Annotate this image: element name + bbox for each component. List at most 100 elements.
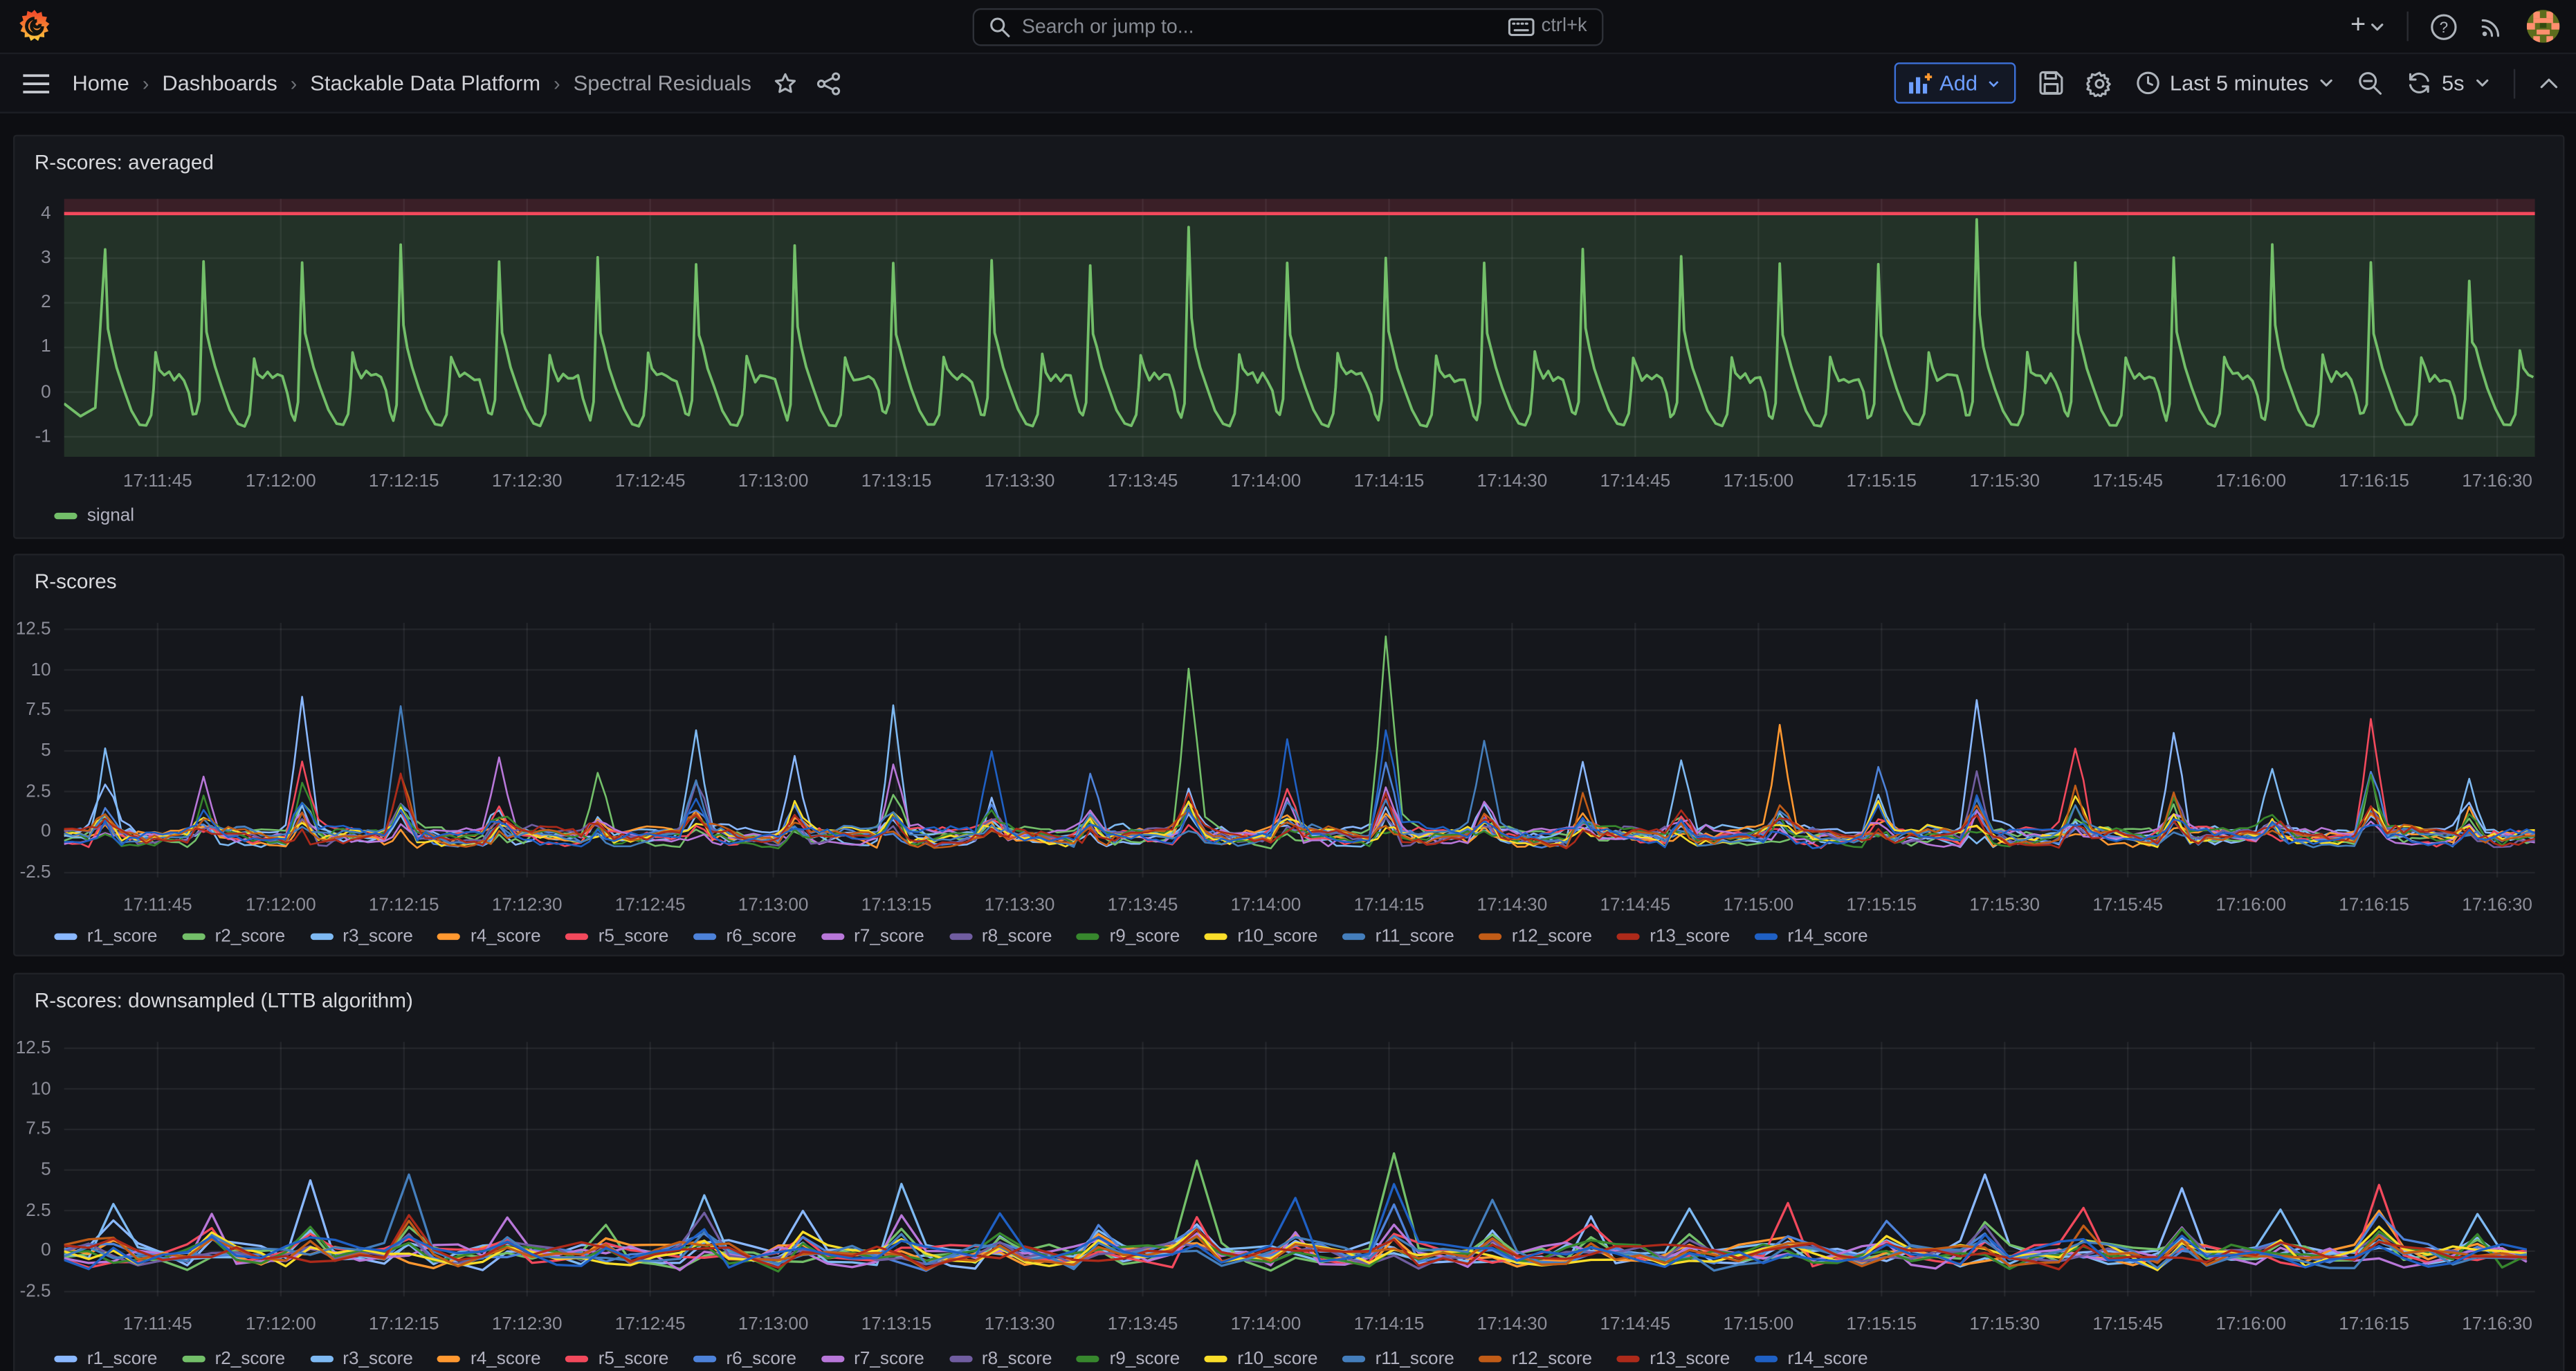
panel-title[interactable]: R-scores: downsampled (LTTB algorithm) xyxy=(35,989,413,1012)
legend-item-r2_score[interactable]: r2_score xyxy=(182,927,285,946)
x-tick-label: 17:16:30 xyxy=(2448,1315,2546,1334)
legend-swatch xyxy=(1479,934,1501,940)
news-button[interactable] xyxy=(2479,13,2505,39)
legend-item-r6_score[interactable]: r6_score xyxy=(693,1349,796,1368)
time-range-picker[interactable]: Last 5 minutes xyxy=(2135,71,2335,96)
x-tick-label: 17:11:45 xyxy=(109,471,207,491)
menu-toggle-icon[interactable] xyxy=(23,73,49,93)
x-tick-label: 17:12:15 xyxy=(355,1315,453,1334)
share-icon[interactable] xyxy=(817,71,842,94)
legend-item-r10_score[interactable]: r10_score xyxy=(1205,927,1318,946)
x-tick-label: 17:16:15 xyxy=(2325,896,2423,915)
new-menu-button[interactable]: + xyxy=(2350,13,2386,39)
legend-item-r13_score[interactable]: r13_score xyxy=(1617,927,1730,946)
legend-item-r9_score[interactable]: r9_score xyxy=(1077,1349,1180,1368)
favorite-star-icon[interactable] xyxy=(774,71,797,94)
help-button[interactable]: ? xyxy=(2430,12,2458,40)
legend-item-r2_score[interactable]: r2_score xyxy=(182,1349,285,1368)
panel-rscores: R-scores 12.5107.552.50-2.5 17:11:4517:1… xyxy=(13,554,2564,956)
x-axis: 17:11:4517:12:0017:12:1517:12:3017:12:45… xyxy=(64,471,2535,494)
legend-item-r13_score[interactable]: r13_score xyxy=(1617,1349,1730,1368)
x-tick-label: 17:15:45 xyxy=(2079,1315,2177,1334)
search-shortcut: ctrl+k xyxy=(1542,17,1587,36)
legend-item-r3_score[interactable]: r3_score xyxy=(310,927,413,946)
x-tick-label: 17:11:45 xyxy=(109,896,207,915)
grafana-app: Search or jump to... ctrl+k + ? xyxy=(0,0,2576,1371)
x-tick-label: 17:12:30 xyxy=(478,471,576,491)
legend-swatch xyxy=(1077,934,1099,940)
chart-plot-area[interactable] xyxy=(64,623,2535,878)
save-dashboard-icon[interactable] xyxy=(2038,71,2063,96)
legend-item-r14_score[interactable]: r14_score xyxy=(1755,927,1868,946)
legend-item-r12_score[interactable]: r12_score xyxy=(1479,1349,1592,1368)
legend-label: r7_score xyxy=(854,1349,924,1368)
legend-item-r9_score[interactable]: r9_score xyxy=(1077,927,1180,946)
legend-swatch xyxy=(693,934,716,940)
panel-rscores-downsampled: R-scores: downsampled (LTTB algorithm) 1… xyxy=(13,973,2564,1371)
legend-item-r4_score[interactable]: r4_score xyxy=(438,1349,541,1368)
legend-item-r14_score[interactable]: r14_score xyxy=(1755,1349,1868,1368)
legend-item-r1_score[interactable]: r1_score xyxy=(54,1349,157,1368)
zoom-out-icon[interactable] xyxy=(2358,70,2384,96)
search-input[interactable]: Search or jump to... ctrl+k xyxy=(973,8,1604,46)
legend-item-r6_score[interactable]: r6_score xyxy=(693,927,796,946)
breadcrumb-folder[interactable]: Stackable Data Platform xyxy=(310,71,540,96)
x-tick-label: 17:14:15 xyxy=(1340,471,1438,491)
legend-item-r3_score[interactable]: r3_score xyxy=(310,1349,413,1368)
legend-swatch xyxy=(182,1356,205,1362)
chart-plot-area[interactable] xyxy=(64,1042,2535,1296)
legend-label: r7_score xyxy=(854,927,924,946)
plus-icon: + xyxy=(2350,13,2366,39)
chart-svg xyxy=(64,1042,2535,1296)
legend-item-r5_score[interactable]: r5_score xyxy=(565,927,668,946)
x-tick-label: 17:14:00 xyxy=(1216,896,1315,915)
breadcrumb-separator: › xyxy=(554,71,560,94)
collapse-up-icon[interactable] xyxy=(2538,76,2559,89)
breadcrumb-home[interactable]: Home xyxy=(72,71,129,96)
legend-swatch xyxy=(1205,934,1227,940)
legend-item-r11_score[interactable]: r11_score xyxy=(1342,1349,1454,1368)
refresh-icon[interactable] xyxy=(2407,71,2432,96)
legend-swatch xyxy=(949,934,971,940)
legend-item-r4_score[interactable]: r4_score xyxy=(438,927,541,946)
y-tick-label: 3 xyxy=(13,248,51,268)
legend-label: r14_score xyxy=(1787,927,1867,946)
legend-item-signal[interactable]: signal xyxy=(54,506,134,525)
breadcrumb-separator: › xyxy=(291,71,297,94)
y-tick-label: 2 xyxy=(13,293,51,312)
legend-label: r1_score xyxy=(87,927,158,946)
legend-item-r1_score[interactable]: r1_score xyxy=(54,927,157,946)
breadcrumb-dashboards[interactable]: Dashboards xyxy=(162,71,277,96)
chart-plot-area[interactable] xyxy=(64,199,2535,457)
legend-item-r8_score[interactable]: r8_score xyxy=(949,1349,1052,1368)
panel-title[interactable]: R-scores: averaged xyxy=(35,151,214,174)
x-tick-label: 17:15:30 xyxy=(1955,471,2054,491)
legend-item-r12_score[interactable]: r12_score xyxy=(1479,927,1592,946)
settings-gear-icon[interactable] xyxy=(2086,70,2112,96)
legend-item-r7_score[interactable]: r7_score xyxy=(821,1349,924,1368)
legend-item-r8_score[interactable]: r8_score xyxy=(949,927,1052,946)
legend-item-r10_score[interactable]: r10_score xyxy=(1205,1349,1318,1368)
chevron-down-icon xyxy=(2369,21,2386,33)
legend-item-r7_score[interactable]: r7_score xyxy=(821,927,924,946)
legend-label: r6_score xyxy=(726,927,796,946)
top-bar: Search or jump to... ctrl+k + ? xyxy=(0,0,2576,54)
add-panel-button[interactable]: Add xyxy=(1894,62,2016,103)
refresh-picker[interactable]: 5s xyxy=(2407,71,2490,96)
x-axis: 17:11:4517:12:0017:12:1517:12:3017:12:45… xyxy=(64,896,2535,918)
panel-title[interactable]: R-scores xyxy=(35,570,117,593)
y-tick-label: 0 xyxy=(13,822,51,842)
avatar[interactable] xyxy=(2527,10,2559,42)
x-tick-label: 17:15:00 xyxy=(1709,471,1807,491)
x-tick-label: 17:14:45 xyxy=(1586,1315,1684,1334)
legend-label: r4_score xyxy=(471,1349,541,1368)
legend-item-r5_score[interactable]: r5_score xyxy=(565,1349,668,1368)
x-tick-label: 17:14:00 xyxy=(1216,1315,1315,1334)
grafana-logo-icon[interactable] xyxy=(17,8,53,44)
legend-swatch xyxy=(693,1356,716,1362)
legend-label: r9_score xyxy=(1110,1349,1180,1368)
legend-item-r11_score[interactable]: r11_score xyxy=(1342,927,1454,946)
legend-label: r2_score xyxy=(215,927,286,946)
x-tick-label: 17:12:30 xyxy=(478,1315,576,1334)
x-tick-label: 17:13:15 xyxy=(847,896,945,915)
